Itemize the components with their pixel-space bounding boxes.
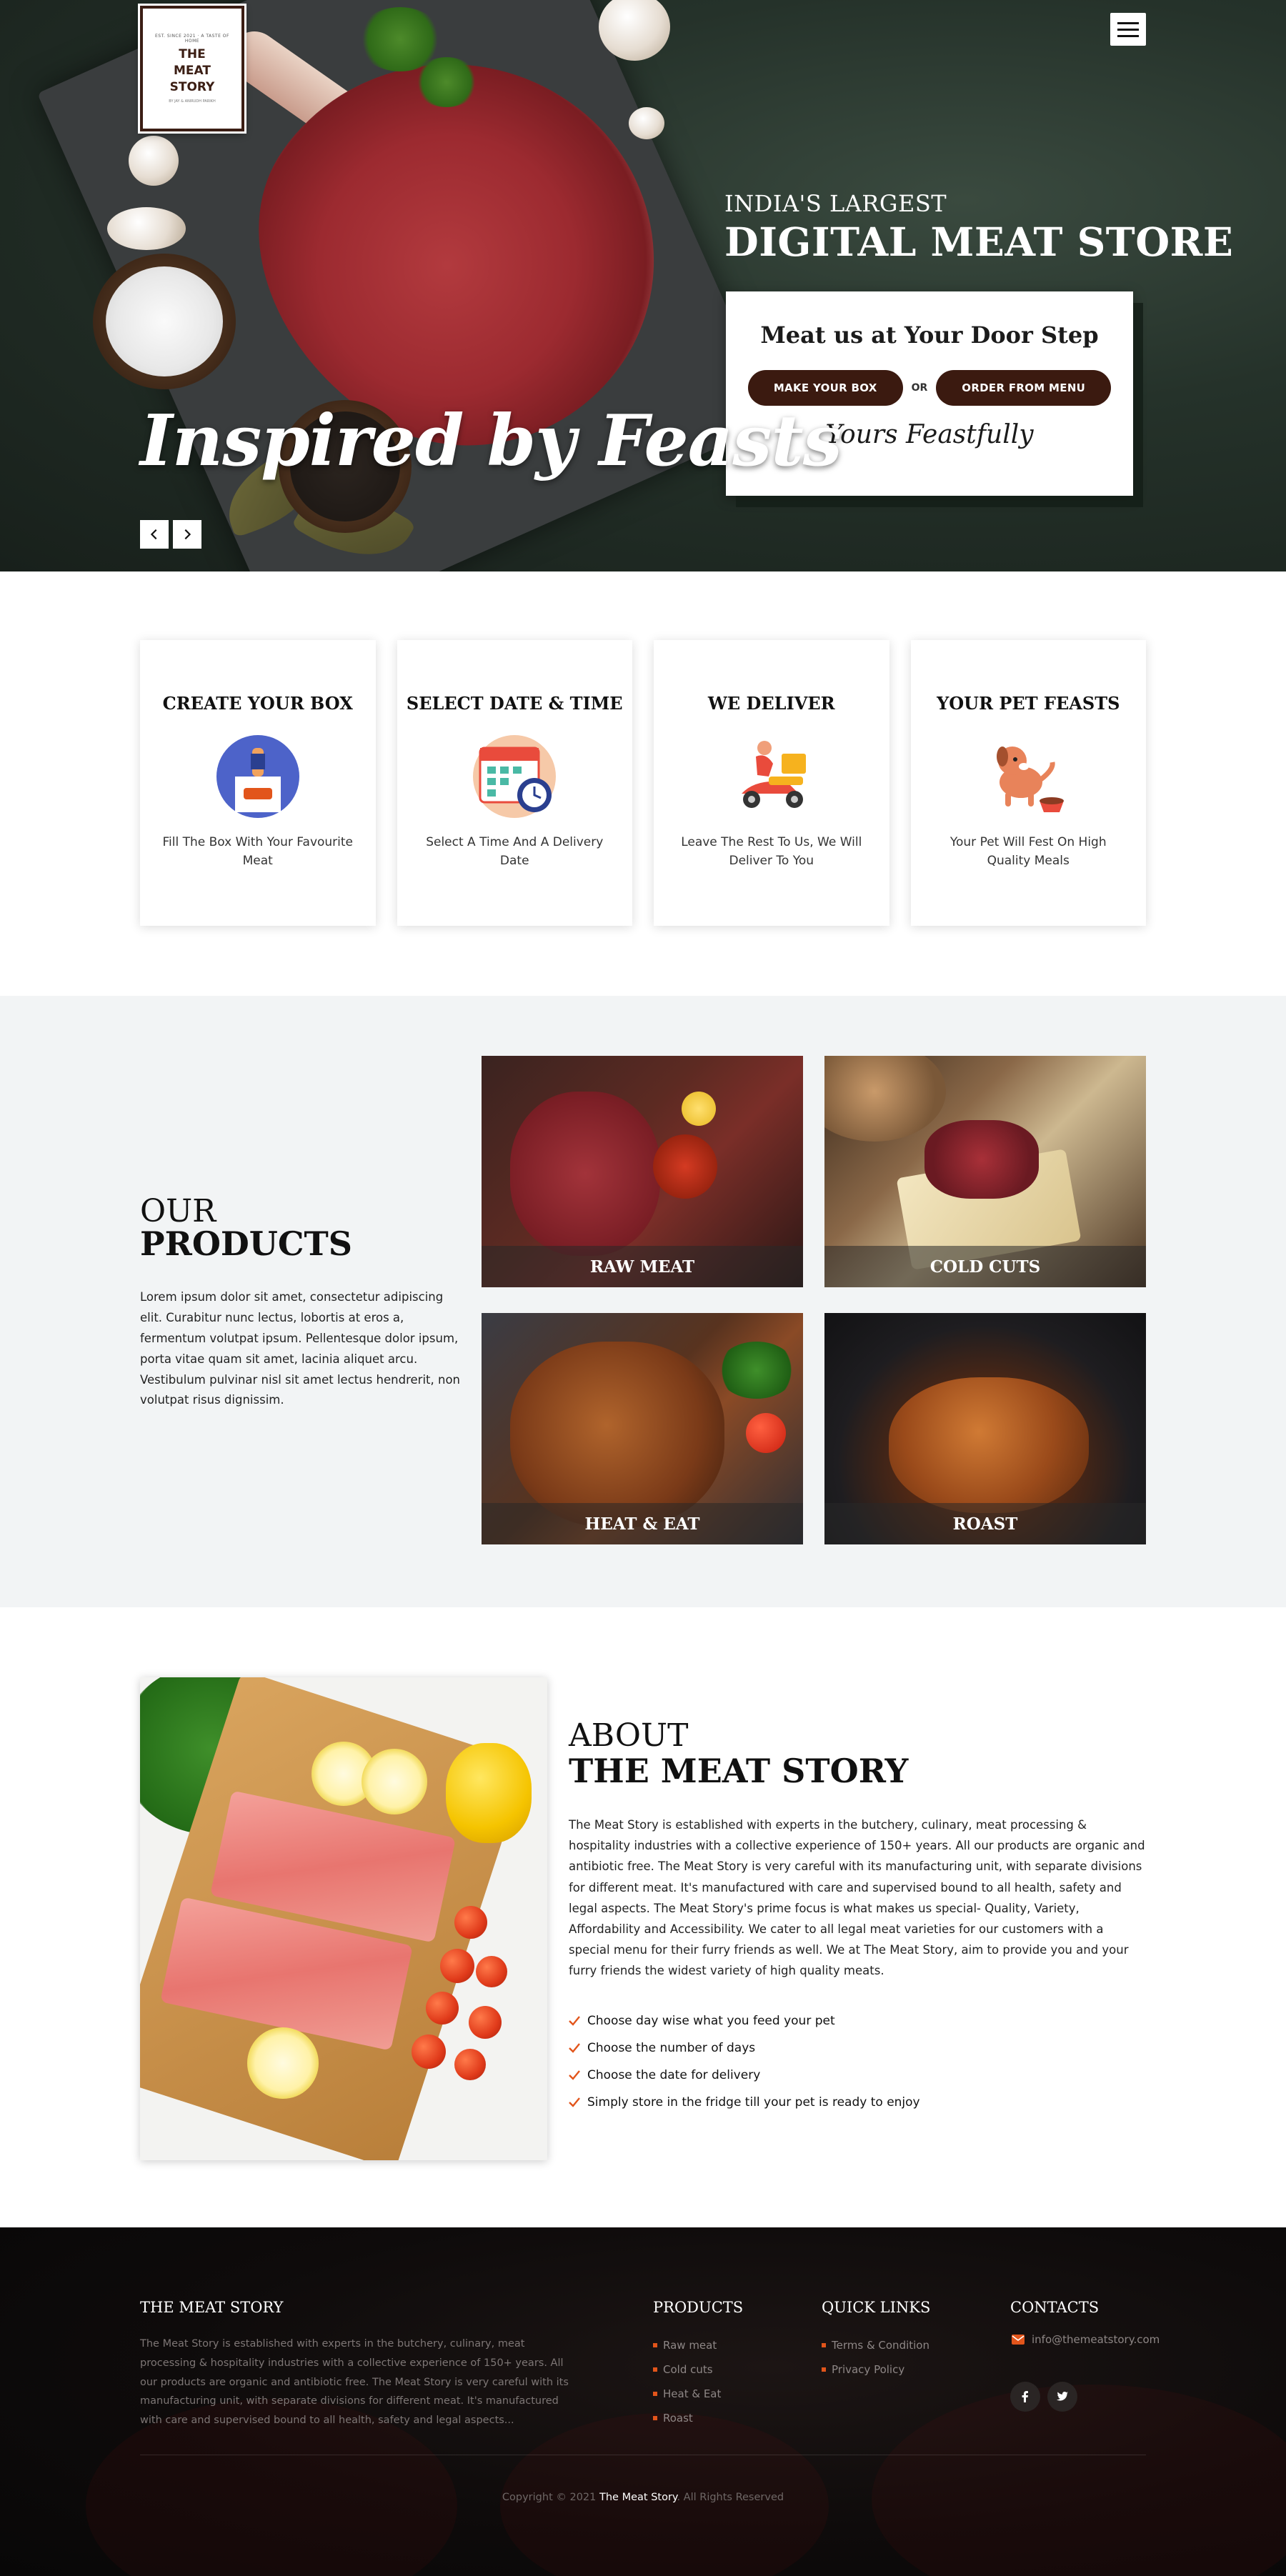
hero-banner: EST. SINCE 2021 · A TASTE OF HOME THE ME…: [0, 0, 1286, 571]
order-from-menu-button[interactable]: ORDER FROM MENU: [936, 370, 1112, 406]
footer-link-roast[interactable]: Roast: [653, 2406, 721, 2430]
products-description: Lorem ipsum dolor sit amet, consectetur …: [140, 1290, 460, 1407]
footer-about-text: The Meat Story is established with exper…: [140, 2338, 569, 2427]
footer-products-title: PRODUCTS: [653, 2299, 744, 2316]
footer-about-title: THE MEAT STORY: [140, 2299, 284, 2316]
copyright-pre: Copyright © 2021: [502, 2492, 597, 2503]
copyright-brand: The Meat Story: [599, 2492, 677, 2503]
check-icon: [569, 2043, 580, 2053]
envelope-icon: [1012, 2335, 1025, 2345]
hero-title: DIGITAL MEAT STORE: [724, 219, 1234, 265]
logo-name-line2: MEAT: [174, 64, 211, 79]
logo-name-line3: STORY: [169, 79, 215, 94]
about-heading-line2: THE MEAT STORY: [569, 1752, 909, 1790]
product-tile-heat-and-eat[interactable]: HEAT & EAT: [482, 1313, 803, 1544]
product-caption: COLD CUTS: [824, 1246, 1146, 1287]
product-tile-roast[interactable]: ROAST: [824, 1313, 1146, 1544]
calendar-icon: [470, 732, 559, 821]
step-title: YOUR PET FEASTS: [937, 693, 1120, 714]
garlic-image: [629, 107, 664, 139]
logo-sub: BY JAY & ANIRUDH PARIKH: [169, 99, 216, 104]
about-text: The Meat Story is established with exper…: [569, 1818, 1145, 1978]
check-icon: [569, 2070, 580, 2080]
step-card-we-deliver: WE DELIVER Leave The Rest To Us, We Will…: [654, 640, 889, 926]
checklist-item: Choose day wise what you feed your pet: [569, 2007, 920, 2035]
checklist-text: Choose the date for delivery: [587, 2068, 761, 2082]
about-heading-line1: ABOUT: [569, 1717, 689, 1754]
garlic-image: [129, 136, 179, 186]
footer-link-cold-cuts[interactable]: Cold cuts: [653, 2357, 721, 2382]
or-separator: OR: [911, 382, 928, 394]
checklist-item: Choose the number of days: [569, 2035, 920, 2062]
footer-email-text: info@themeatstory.com: [1032, 2333, 1160, 2346]
garlic-image: [107, 207, 186, 250]
step-text: Fill The Box With Your Favourite Meat: [162, 835, 354, 868]
dog-icon: [984, 732, 1072, 821]
step-title: SELECT DATE & TIME: [406, 693, 623, 714]
products-section: OUR PRODUCTS Lorem ipsum dolor sit amet,…: [0, 996, 1286, 1607]
delivery-scooter-icon: [727, 732, 816, 821]
checklist-text: Simply store in the fridge till your pet…: [587, 2095, 920, 2110]
footer-link-heat-and-eat[interactable]: Heat & Eat: [653, 2382, 721, 2406]
logo-name-line1: THE: [179, 47, 206, 62]
product-tile-raw-meat[interactable]: RAW MEAT: [482, 1056, 803, 1287]
how-it-works-steps: CREATE YOUR BOX Fill The Box With Your F…: [140, 640, 1146, 926]
logo-tagline: EST. SINCE 2021 · A TASTE OF HOME: [155, 34, 229, 44]
checklist-item: Simply store in the fridge till your pet…: [569, 2089, 920, 2116]
step-text: Select A Time And A Delivery Date: [426, 835, 604, 868]
footer-link-privacy[interactable]: Privacy Policy: [822, 2357, 929, 2382]
checklist-text: Choose day wise what you feed your pet: [587, 2014, 835, 2028]
site-footer: THE MEAT STORY The Meat Story is establi…: [0, 2227, 1286, 2576]
product-tile-cold-cuts[interactable]: COLD CUTS: [824, 1056, 1146, 1287]
step-card-select-date: SELECT DATE & TIME Select A Time And A D…: [397, 640, 632, 926]
product-caption: ROAST: [824, 1503, 1146, 1544]
step-title: WE DELIVER: [707, 693, 835, 714]
footer-contacts-title: CONTACTS: [1010, 2299, 1100, 2316]
step-card-create-box: CREATE YOUR BOX Fill The Box With Your F…: [140, 640, 376, 926]
product-caption: HEAT & EAT: [482, 1503, 803, 1544]
hero-kicker: INDIA'S LARGEST: [724, 190, 947, 217]
facebook-icon[interactable]: [1010, 2382, 1040, 2412]
check-icon: [569, 2097, 580, 2107]
footer-quick-links: Terms & Condition Privacy Policy: [822, 2333, 929, 2382]
herb-image: [414, 57, 479, 107]
salt-bowl-image: [93, 254, 236, 389]
garlic-image: [599, 0, 670, 61]
footer-links-title: QUICK LINKS: [822, 2299, 931, 2316]
product-caption: RAW MEAT: [482, 1246, 803, 1287]
chevron-right-icon[interactable]: [173, 520, 201, 549]
check-icon: [569, 2016, 580, 2026]
about-food-image: [140, 1677, 547, 2160]
twitter-icon[interactable]: [1047, 2382, 1077, 2412]
checklist-text: Choose the number of days: [587, 2041, 756, 2055]
footer-products-list: Raw meat Cold cuts Heat & Eat Roast: [653, 2333, 721, 2430]
checklist-item: Choose the date for delivery: [569, 2062, 920, 2089]
products-heading-line2: PRODUCTS: [140, 1224, 352, 1263]
about-checklist: Choose day wise what you feed your pet C…: [569, 2007, 920, 2116]
chevron-left-icon[interactable]: [140, 520, 169, 549]
step-title: CREATE YOUR BOX: [162, 693, 353, 714]
copyright-text: Copyright © 2021 The Meat Story. All Rig…: [0, 2492, 1286, 2503]
step-text: Your Pet Will Fest On High Quality Meals: [949, 835, 1107, 868]
step-card-pet-feasts: YOUR PET FEASTS Your Pet Will Fest On Hi…: [910, 640, 1146, 926]
footer-link-terms[interactable]: Terms & Condition: [822, 2333, 929, 2357]
footer-link-raw-meat[interactable]: Raw meat: [653, 2333, 721, 2357]
hamburger-icon[interactable]: [1110, 13, 1146, 46]
step-text: Leave The Rest To Us, We Will Deliver To…: [681, 835, 862, 868]
footer-email-link[interactable]: info@themeatstory.com: [1012, 2333, 1160, 2346]
door-card-heading: Meat us at Your Door Step: [760, 321, 1099, 349]
box-icon: [214, 732, 302, 821]
hero-script-title: Inspired by Feasts: [140, 400, 842, 482]
site-logo[interactable]: EST. SINCE 2021 · A TASTE OF HOME THE ME…: [140, 6, 244, 131]
copyright-post: . All Rights Reserved: [677, 2492, 784, 2503]
